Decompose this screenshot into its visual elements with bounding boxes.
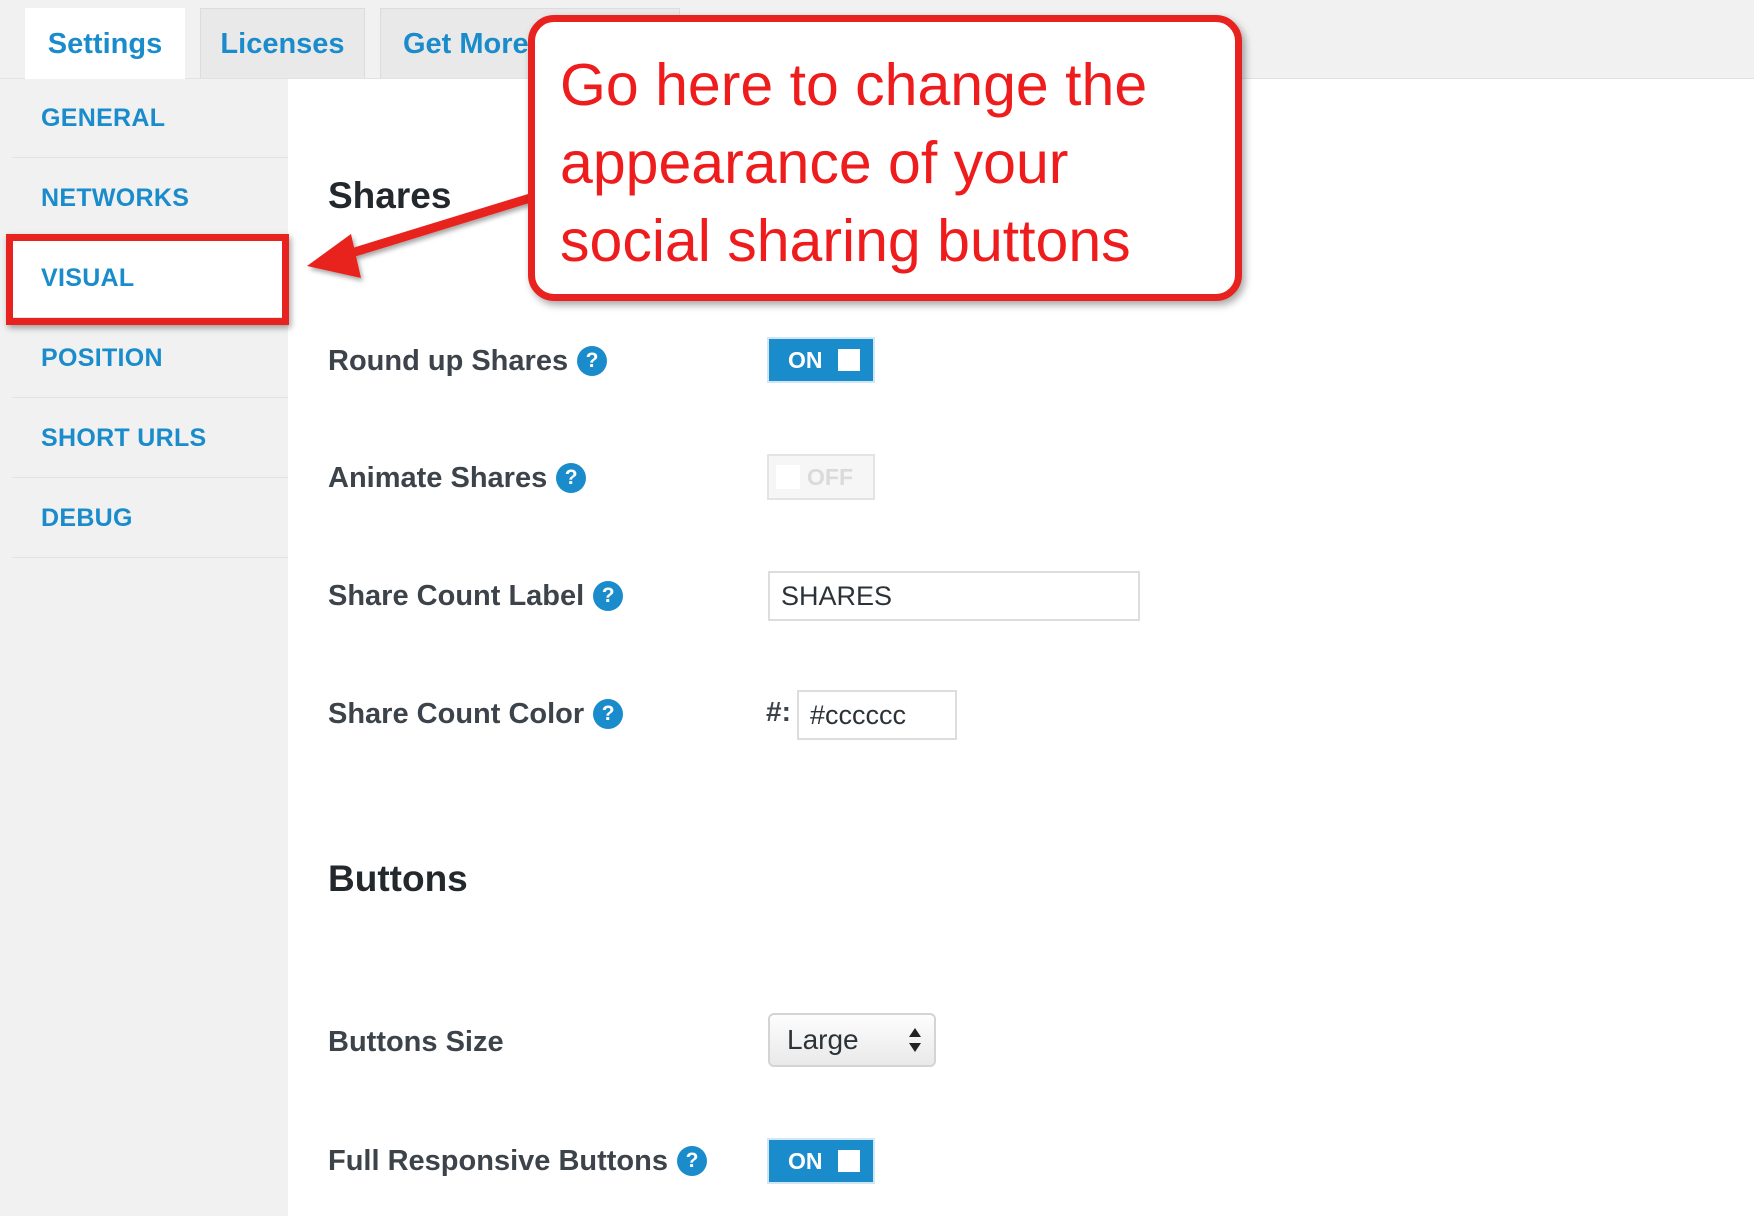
toggle-state-text: ON (788, 347, 823, 373)
share-count-color-input[interactable] (797, 690, 957, 740)
sidebar-item-general[interactable]: GENERAL (12, 79, 288, 158)
tab-settings[interactable]: Settings (25, 8, 185, 80)
question-circle-icon[interactable]: ? (556, 463, 587, 493)
share-count-color-label-text: Share Count Color (328, 697, 585, 730)
buttons-section-title: Buttons (328, 858, 468, 899)
animate-shares-toggle[interactable]: OFF (767, 454, 875, 500)
sidebar-item-debug[interactable]: DEBUG (12, 479, 288, 558)
animate-shares-label-text: Animate Shares (328, 461, 548, 494)
callout-line: Go here to change the (560, 52, 1148, 118)
color-hash-prefix: #: (766, 696, 791, 727)
full-responsive-buttons-toggle[interactable]: ON (767, 1138, 875, 1184)
animate-shares-label: Animate Shares ? (328, 456, 587, 500)
full-responsive-buttons-label: Full Responsive Buttons ? (328, 1139, 707, 1183)
buttons-size-label: Buttons Size (328, 1020, 504, 1064)
share-count-label-label-text: Share Count Label (328, 579, 585, 612)
buttons-size-select[interactable]: Large (768, 1013, 936, 1067)
toggle-state-text: OFF (807, 464, 853, 490)
sidebar-item-short-urls[interactable]: SHORT URLS (12, 399, 288, 478)
visual-highlight-box (6, 234, 289, 325)
full-responsive-buttons-label-text: Full Responsive Buttons (328, 1144, 668, 1177)
toggle-knob (838, 349, 860, 371)
toggle-knob (776, 465, 800, 489)
round-up-shares-label: Round up Shares ? (328, 339, 608, 383)
callout-line: appearance of your (560, 130, 1069, 196)
round-up-shares-label-text: Round up Shares (328, 344, 569, 377)
round-up-shares-toggle[interactable]: ON (767, 337, 875, 383)
question-circle-icon[interactable]: ? (593, 699, 624, 729)
annotation-callout: Go here to change the appearance of your… (528, 15, 1242, 301)
sidebar-item-networks[interactable]: NETWORKS (12, 159, 288, 238)
buttons-size-label-text: Buttons Size (328, 1025, 504, 1058)
share-count-label-label: Share Count Label ? (328, 574, 624, 618)
share-count-label-input[interactable] (768, 571, 1140, 621)
callout-line: social sharing buttons (560, 208, 1131, 274)
shares-section-title: Shares (328, 175, 452, 216)
up-down-arrows-icon (909, 1028, 921, 1052)
toggle-state-text: ON (788, 1148, 823, 1174)
share-count-color-label: Share Count Color ? (328, 692, 624, 736)
sidebar-item-position[interactable]: POSITION (12, 319, 288, 398)
buttons-size-select-value: Large (787, 1024, 859, 1055)
question-circle-icon[interactable]: ? (676, 1146, 707, 1176)
tab-licenses[interactable]: Licenses (200, 8, 365, 78)
toggle-knob (838, 1150, 860, 1172)
question-circle-icon[interactable]: ? (593, 581, 624, 611)
question-circle-icon[interactable]: ? (577, 346, 608, 376)
